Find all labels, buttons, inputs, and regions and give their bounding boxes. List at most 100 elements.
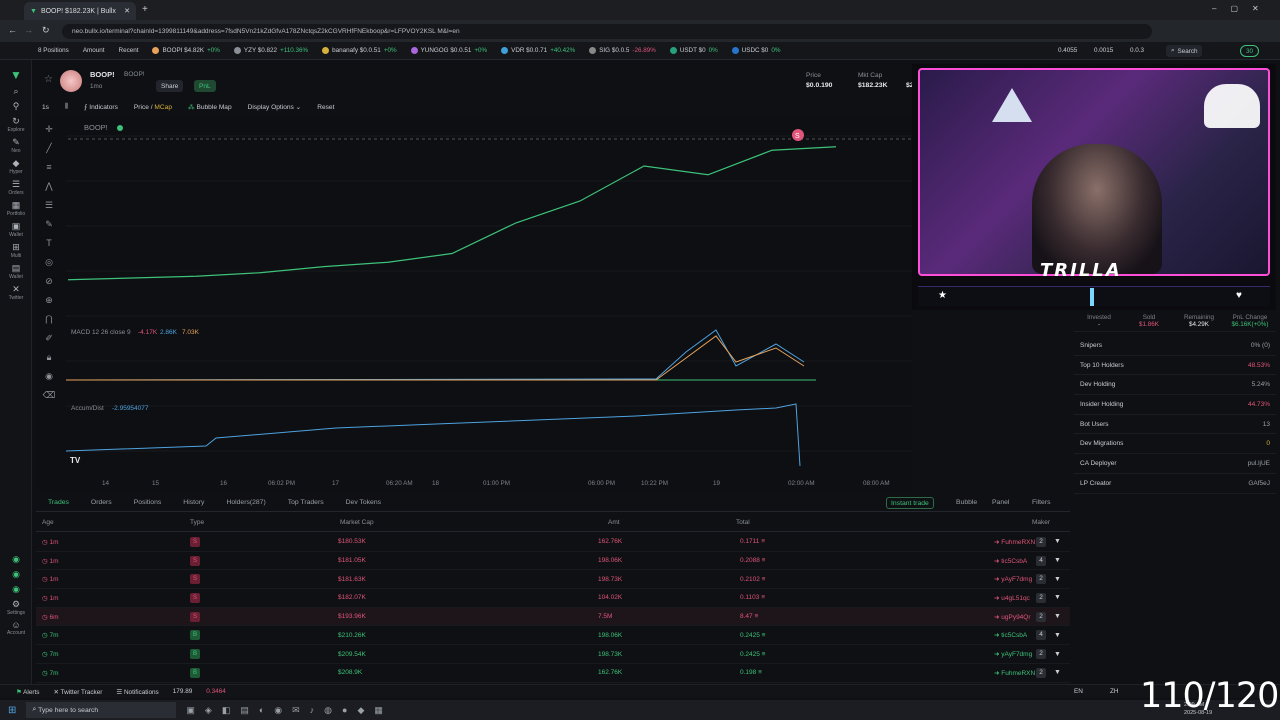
nav-item-orders[interactable]: ☰ Orders — [0, 179, 32, 196]
url-input[interactable]: neo.bullx.io/terminal?chainId=1399811149… — [62, 24, 1152, 39]
share-button[interactable]: Share — [156, 80, 184, 92]
pencil-icon[interactable]: ✐ — [36, 329, 62, 348]
ticker-item[interactable]: bananafy $0.0.51 +0% — [322, 47, 397, 54]
lock-icon[interactable]: 🔒︎ — [36, 348, 62, 367]
star-icon[interactable]: ☆ — [44, 74, 53, 85]
col-total[interactable]: Total — [736, 519, 750, 526]
info-row[interactable]: Bot Users 13 — [1074, 415, 1276, 435]
lang-en[interactable]: EN — [1074, 688, 1083, 695]
table-row[interactable]: ◷ 6m S $193.96K 7.5M 8.47 ≡ ➜ ugPy94Qr 2 ▼ — [36, 607, 1070, 627]
pattern-icon[interactable]: ◎ — [36, 253, 62, 272]
pnl-button[interactable]: PnL — [194, 80, 216, 92]
nav-item-wallet[interactable]: ▣ Wallet — [0, 221, 32, 238]
pitchfork-icon[interactable]: ⋀ — [36, 177, 62, 196]
new-tab-button[interactable]: + — [142, 4, 148, 15]
forward-icon[interactable]: → — [24, 25, 33, 35]
ticker-item[interactable]: BOOPI $4.82K +0% — [152, 47, 220, 54]
tab-close-icon[interactable]: ✕ — [124, 7, 130, 15]
table-row[interactable]: ◷ 1m S $182.07K 104.02K 0.1103 ≡ ➜ u4gL51qc 2 ▼ — [36, 589, 1070, 608]
row-maker[interactable]: ➜ ugPy94Qr — [994, 613, 1031, 621]
row-filter-icon[interactable]: ▼ — [1054, 669, 1061, 676]
col-age[interactable]: Age — [42, 519, 54, 526]
price-chart[interactable]: BOOP! S MACD 12 26 close 9 -4.17K 2.86K … — [36, 116, 994, 490]
twitter-tracker-button[interactable]: ✕ Twitter Tracker — [54, 688, 103, 696]
nav-account[interactable]: ☺ Account — [0, 620, 32, 636]
info-row[interactable]: Snipers 0% (0) — [1074, 336, 1276, 356]
tab-dev-tokens[interactable]: Dev Tokens — [346, 499, 381, 506]
ticker-item[interactable]: SIG $0.0.5 -26.89% — [589, 47, 656, 54]
info-row[interactable]: Top 10 Holders 48.53% — [1074, 356, 1276, 376]
search-button[interactable]: ⌕ Search — [1166, 45, 1203, 57]
filters-button[interactable]: Filters — [1032, 499, 1051, 506]
row-filter-icon[interactable]: ▼ — [1054, 576, 1061, 583]
crosshair-icon[interactable]: ✛ — [36, 120, 62, 139]
alerts-button[interactable]: ⚑ Alerts — [16, 688, 40, 696]
nav-green-2[interactable]: ◉ — [0, 569, 32, 580]
tab-positions[interactable]: Positions — [134, 499, 162, 506]
nav-search-icon[interactable]: ⌕ — [0, 86, 32, 97]
ticker-item[interactable]: YUNGOG $0.0.51 +0% — [410, 47, 487, 54]
ticker-item[interactable]: VDR $0.0.71 +40.42% — [501, 47, 575, 54]
info-row[interactable]: Dev Migrations 0 — [1074, 434, 1276, 455]
nav-item-explore[interactable]: ↻ Explore — [0, 116, 32, 133]
magnet-icon[interactable]: ⋂ — [36, 310, 62, 329]
browser-tab[interactable]: ▼ BOOP! $182.23K | Bullx ✕ — [24, 2, 136, 20]
tab-holders[interactable]: Holders(287) — [226, 499, 265, 506]
nav-green-1[interactable]: ◉ — [0, 554, 32, 565]
ticker-item[interactable]: USDC $0 0% — [731, 47, 780, 54]
zoom-icon[interactable]: ⊕ — [36, 291, 62, 310]
panel-toggle[interactable]: Panel — [992, 499, 1009, 506]
bullx-logo[interactable]: ▼ — [0, 68, 32, 82]
row-maker[interactable]: ➜ FuhmeRXN — [994, 669, 1035, 677]
table-row[interactable]: ◷ 7m B $208.9K 162.76K 0.198 ≡ ➜ FuhmeRXN 2 ▼ — [36, 664, 1070, 683]
row-filter-icon[interactable]: ▼ — [1054, 632, 1061, 639]
bubble-button[interactable]: Bubble — [956, 499, 977, 506]
text-icon[interactable]: T — [36, 234, 62, 253]
info-row[interactable]: LP Creator GAf5eJ — [1074, 474, 1276, 494]
row-filter-icon[interactable]: ▼ — [1054, 557, 1061, 564]
eye-icon[interactable]: ◉ — [36, 367, 62, 386]
row-maker[interactable]: ➜ yAyF7dmg — [994, 575, 1032, 583]
brush-icon[interactable]: ✎ — [36, 215, 62, 234]
nav-link-icon[interactable]: ⚲ — [0, 101, 32, 112]
ticker-item[interactable]: USDT $0 0% — [669, 47, 718, 54]
reload-icon[interactable]: ↻ — [42, 25, 50, 36]
nav-item-hyper[interactable]: ◆ Hyper — [0, 158, 32, 175]
table-row[interactable]: ◷ 1m S $181.63K 198.73K 0.2102 ≡ ➜ yAyF7dmg 2 ▼ — [36, 570, 1070, 590]
display-options-button[interactable]: Display Options ⌄ — [248, 103, 302, 111]
hlines-icon[interactable]: ≡ — [36, 158, 62, 177]
info-row[interactable]: Dev Holding 5.24% — [1074, 375, 1276, 396]
instant-trade-button[interactable]: Instant trade — [886, 497, 934, 509]
tab-orders[interactable]: Orders — [91, 499, 112, 506]
reset-button[interactable]: Reset — [317, 104, 334, 111]
nav-item-multi[interactable]: ⊞ Multi — [0, 242, 32, 259]
ticker-item[interactable]: YZY $0.822 +110.36% — [233, 47, 308, 54]
nav-item-wallet[interactable]: ▤ Wallet — [0, 263, 32, 280]
price-mcap-toggle[interactable]: Price / MCap — [134, 104, 172, 111]
table-row[interactable]: ◷ 7m B $210.26K 198.06K 0.2425 ≡ ➜ tic5CsbA 4 ▼ — [36, 627, 1070, 646]
nav-item-neo[interactable]: ✎ Neo — [0, 137, 32, 154]
table-row[interactable]: ◷ 1m S $181.05K 198.06K 0.2088 ≡ ➜ tic5CsbA 4 ▼ — [36, 552, 1070, 571]
row-maker[interactable]: ➜ yAyF7dmg — [994, 650, 1032, 658]
info-row[interactable]: Insider Holding 44.73% — [1074, 395, 1276, 415]
recent-tab[interactable]: Recent — [119, 47, 139, 54]
taskbar-search[interactable]: ⌕ Type here to search — [26, 702, 177, 718]
indicators-button[interactable]: ⨍ Indicators — [84, 103, 118, 111]
table-row[interactable]: ◷ 7m B $209.54K 198.73K 0.2425 ≡ ➜ yAyF7dmg 2 ▼ — [36, 645, 1070, 664]
row-maker[interactable]: ➜ u4gL51qc — [994, 594, 1030, 602]
balance-badge[interactable]: 30 — [1240, 45, 1260, 57]
row-filter-icon[interactable]: ▼ — [1054, 651, 1061, 658]
amount-tab[interactable]: Amount — [83, 47, 105, 54]
notifications-button[interactable]: ☰ Notifications — [116, 688, 158, 696]
row-maker[interactable]: ➜ tic5CsbA — [994, 631, 1027, 639]
windows-start-icon[interactable]: ⊞ — [8, 705, 16, 716]
interval-select[interactable]: 1s — [42, 104, 49, 111]
tab-history[interactable]: History — [183, 499, 204, 506]
row-maker[interactable]: ➜ FuhmeRXN — [994, 538, 1035, 546]
trash-icon[interactable]: ⌫ — [36, 386, 62, 405]
tab-trades[interactable]: Trades — [48, 499, 69, 506]
tab-top-traders[interactable]: Top Traders — [288, 499, 324, 506]
lang-zh[interactable]: ZH — [1110, 688, 1119, 695]
info-row[interactable]: CA Deployer pul.ljUE — [1074, 454, 1276, 474]
row-filter-icon[interactable]: ▼ — [1054, 594, 1061, 601]
